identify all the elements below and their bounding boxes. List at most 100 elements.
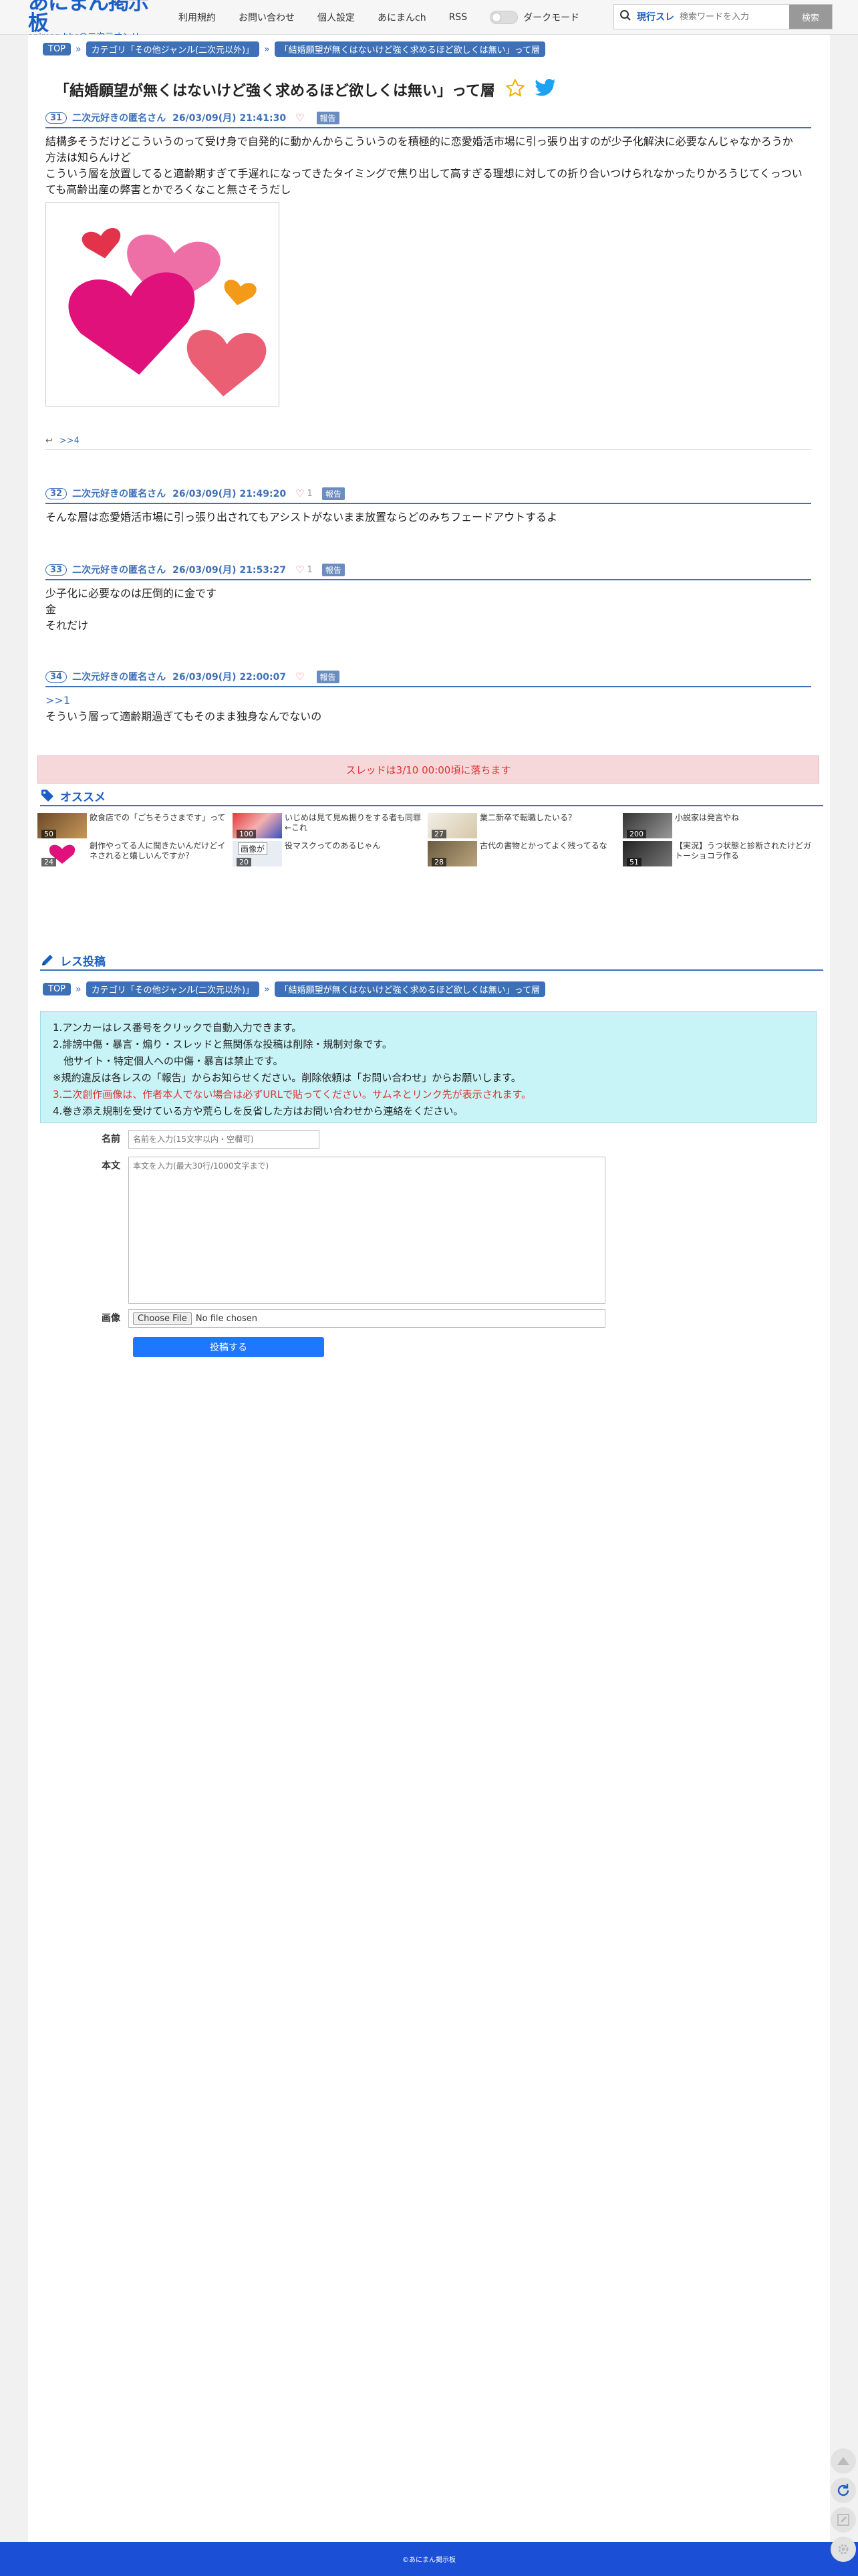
post-number[interactable]: 33 — [45, 564, 67, 576]
recommend-title-text: いじめは見て見ぬ振りをする者も同罪←これ — [285, 813, 422, 832]
rule-line: 1.アンカーはレス番号をクリックで自動入力できます。 — [53, 1022, 302, 1034]
body-label: 本文 — [102, 1161, 120, 1171]
form-title: レス投稿 — [60, 955, 106, 969]
report-button[interactable]: 報告 — [321, 563, 345, 576]
image-label: 画像 — [102, 1313, 120, 1324]
refresh-icon — [837, 2484, 849, 2496]
breadcrumb-thread[interactable]: 「結婚願望が無くはないけど強く求めるほど欲しくは無い」って層 — [274, 981, 546, 997]
breadcrumb-top[interactable]: TOP — [43, 983, 72, 996]
heart-icon[interactable]: ♡ — [295, 487, 304, 499]
post-number[interactable]: 34 — [45, 671, 67, 683]
breadcrumb-separator: » — [264, 983, 270, 995]
breadcrumb-separator: » — [76, 983, 82, 995]
search-input[interactable] — [680, 11, 780, 22]
nav-settings[interactable]: 個人設定 — [317, 11, 355, 24]
recommend-item[interactable]: 50 飲食店での「ごちそうさまです」って — [37, 813, 227, 838]
recommend-item[interactable]: 28 古代の書物とかってよく残ってるな — [428, 841, 617, 866]
body-textarea[interactable] — [128, 1157, 605, 1304]
nav-animanch[interactable]: あにまんch — [378, 11, 426, 24]
breadcrumb-category[interactable]: カテゴリ「その他ジャンル(二次元以外)」 — [86, 981, 260, 997]
search-icon[interactable] — [614, 9, 637, 24]
nav-terms[interactable]: 利用規約 — [178, 11, 216, 24]
breadcrumb-separator: » — [76, 43, 82, 55]
post-line: そんな層は恋愛婚活市場に引っ張り出されてもアシストがないまま放置ならどのみちフェ… — [45, 511, 558, 523]
thread-expiry-notice: スレッドは3/10 00:00頃に落ちます — [37, 755, 819, 784]
rule-line: 2.誹謗中傷・暴言・煽り・スレッドと無関係な投稿は削除・規制対象です。 — [53, 1038, 392, 1050]
post-body: >>1 そういう層って適齢期過ぎてもそのまま独身なんでないの — [45, 693, 811, 725]
reload-button[interactable] — [831, 2478, 856, 2503]
recommend-item[interactable]: 200 小説家は発言やね — [623, 813, 813, 838]
reply-anchor-link[interactable]: >>4 — [59, 436, 80, 446]
recommend-item[interactable]: 100 いじめは見て見ぬ振りをする者も同罪←これ — [233, 813, 422, 838]
recommend-thumbnail: 24 — [37, 841, 87, 866]
breadcrumb-thread[interactable]: 「結婚願望が無くはないけど強く求めるほど欲しくは無い」って層 — [274, 41, 546, 57]
recommend-item[interactable]: 画像が 20 役マスクってのあるじゃん — [233, 841, 422, 866]
toggle-switch[interactable] — [490, 10, 519, 24]
recommend-title-text: 小説家は発言やね — [675, 813, 740, 822]
post-image[interactable] — [45, 202, 279, 406]
recommend-title-text: 役マスクってのあるじゃん — [285, 841, 381, 850]
form-heading: レス投稿 — [40, 951, 823, 971]
nav-rss[interactable]: RSS — [449, 12, 468, 23]
post-line: それだけ — [45, 619, 89, 632]
post-header: 34 二次元好きの匿名さん 26/03/09(月) 22:00:07 ♡ 報告 — [45, 667, 811, 687]
post-34: 34 二次元好きの匿名さん 26/03/09(月) 22:00:07 ♡ 報告 … — [45, 667, 811, 725]
post-number[interactable]: 32 — [45, 487, 67, 499]
recommend-item[interactable]: 51 【実況】うつ状態と診断されたけどガトーショコラ作る — [623, 841, 813, 866]
post-date: 26/03/09(月) 21:53:27 — [172, 565, 287, 576]
breadcrumb: TOP » カテゴリ「その他ジャンル(二次元以外)」 » 「結婚願望が無くはない… — [43, 981, 546, 997]
submit-button[interactable]: 投稿する — [133, 1337, 324, 1357]
heart-icon[interactable]: ♡ — [295, 671, 304, 683]
arrow-up-icon — [837, 2457, 849, 2465]
twitter-bird-icon[interactable] — [534, 78, 557, 101]
post-anchor-link[interactable]: >>1 — [45, 693, 811, 709]
recommend-item[interactable]: 27 業二新卒で転職したいる？ — [428, 813, 617, 838]
breadcrumb-top[interactable]: TOP — [43, 43, 72, 55]
breadcrumb: TOP » カテゴリ「その他ジャンル(二次元以外)」 » 「結婚願望が無くはない… — [43, 41, 546, 57]
thread-title-bar: 「結婚願望が無くはないけど強く求めるほど欲しくは無い」って層 — [28, 68, 830, 111]
hearts-image — [68, 228, 267, 396]
image-placeholder-label: 画像が — [238, 842, 268, 855]
choose-file-button[interactable]: Choose File — [133, 1312, 192, 1325]
heart-icon[interactable]: ♡ — [295, 112, 304, 124]
breadcrumb-category[interactable]: カテゴリ「その他ジャンル(二次元以外)」 — [86, 41, 260, 57]
recommend-thumbnail: 51 — [623, 841, 672, 866]
dark-mode-toggle[interactable]: ダークモード — [490, 10, 580, 24]
write-button[interactable] — [831, 2507, 856, 2533]
scroll-top-button[interactable] — [831, 2448, 856, 2474]
reply-links: ↩ >>4 — [45, 433, 811, 450]
dark-mode-label: ダークモード — [523, 12, 580, 23]
report-button[interactable]: 報告 — [321, 487, 345, 500]
name-row: 名前 — [28, 1130, 319, 1149]
post-line: 結構多そうだけどこういうのって受け身で自発的に動かんからこういうのを積極的に恋愛… — [45, 135, 793, 148]
file-input[interactable]: Choose File No file chosen — [128, 1309, 605, 1328]
post-line: そういう層って適齢期過ぎてもそのまま独身なんでないの — [45, 710, 322, 723]
settings-button[interactable] — [831, 2537, 856, 2562]
reply-count: 28 — [432, 858, 446, 866]
search-scope-label[interactable]: 現行スレ — [637, 10, 674, 23]
recommend-title-text: 飲食店での「ごちそうさまです」って — [90, 813, 226, 822]
name-label: 名前 — [102, 1134, 120, 1145]
gear-icon — [838, 2544, 849, 2555]
reply-count: 24 — [41, 858, 56, 866]
post-author: 二次元好きの匿名さん — [72, 565, 166, 576]
post-author: 二次元好きの匿名さん — [72, 113, 166, 124]
favorite-star-icon[interactable] — [505, 78, 526, 102]
post-author: 二次元好きの匿名さん — [72, 489, 166, 499]
heart-icon[interactable]: ♡ — [295, 564, 304, 576]
report-button[interactable]: 報告 — [316, 111, 339, 124]
recommend-title-text: 【実況】うつ状態と診断されたけどガトーショコラ作る — [675, 841, 812, 860]
nav-contact[interactable]: お問い合わせ — [239, 11, 295, 24]
report-button[interactable]: 報告 — [316, 670, 339, 683]
recommend-heading: オススメ — [40, 786, 823, 806]
main-content: TOP » カテゴリ「その他ジャンル(二次元以外)」 » 「結婚願望が無くはない… — [28, 35, 830, 2542]
copyright-text: ©あにまん掲示板 — [402, 2557, 456, 2564]
rule-line: 他サイト・特定個人への中傷・暴言は禁止です。 — [63, 1055, 283, 1067]
recommend-item[interactable]: 24 創作やってる人に聞きたいんだけどイネされると嬉しいんですか？ — [37, 841, 227, 866]
post-header: 31 二次元好きの匿名さん 26/03/09(月) 21:41:30 ♡ 報告 — [45, 108, 811, 128]
search-button[interactable]: 検索 — [789, 5, 832, 29]
post-date: 26/03/09(月) 21:41:30 — [172, 113, 287, 124]
name-input[interactable] — [128, 1130, 319, 1149]
post-number[interactable]: 31 — [45, 112, 67, 124]
recommend-title-text: 古代の書物とかってよく残ってるな — [480, 841, 607, 850]
